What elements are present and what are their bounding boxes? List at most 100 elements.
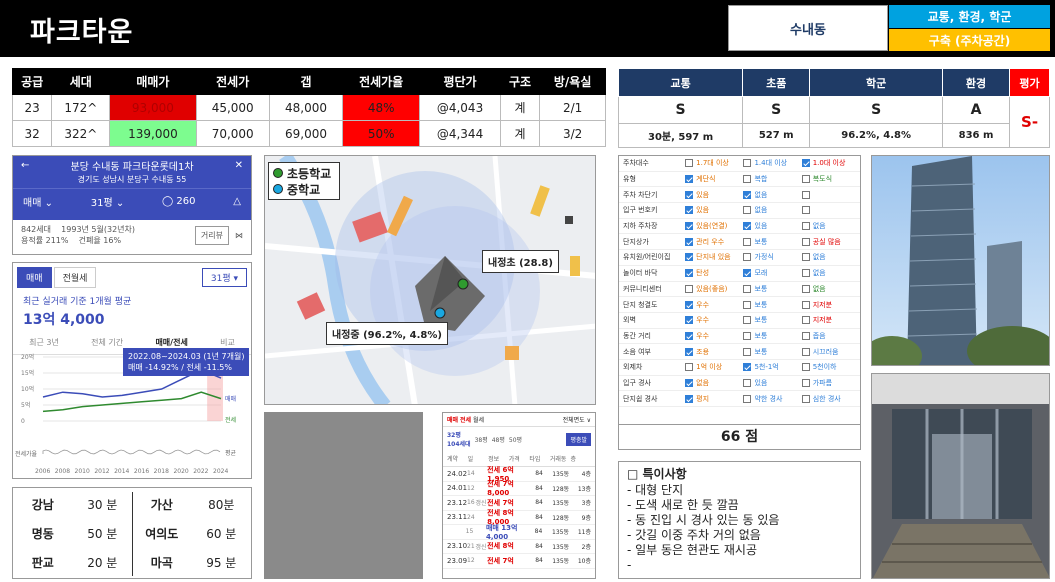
checkbox[interactable] xyxy=(743,253,752,262)
checkbox[interactable] xyxy=(743,269,752,278)
checklist-option-label: 조용 xyxy=(696,347,710,356)
checkbox[interactable] xyxy=(685,206,694,215)
checkbox[interactable] xyxy=(801,269,810,278)
checkbox[interactable] xyxy=(743,190,752,199)
trade-tab-monthly[interactable]: 월세 xyxy=(473,417,484,424)
checkbox[interactable] xyxy=(685,363,694,372)
checkbox[interactable] xyxy=(685,331,694,340)
checkbox[interactable] xyxy=(685,316,694,325)
checkbox[interactable] xyxy=(685,253,694,262)
checkbox[interactable] xyxy=(743,363,752,372)
checkbox[interactable] xyxy=(743,284,752,293)
trade-col: 계약 xyxy=(447,456,459,463)
share-icon[interactable]: ⋈ xyxy=(235,231,243,240)
cell-lease-ratio: 50% xyxy=(342,120,421,147)
size-select[interactable]: 31평 ⌄ xyxy=(91,194,125,209)
checkbox[interactable] xyxy=(743,222,752,231)
checkbox[interactable] xyxy=(801,222,810,231)
trade-row[interactable]: 23.09 12 전세 7억 84 135동 10층 xyxy=(443,554,595,569)
type-32[interactable]: 32평 104세대 xyxy=(447,430,471,448)
trade-cell: 135동 xyxy=(552,529,569,537)
checklist-option: 없음 xyxy=(801,284,860,294)
checkbox[interactable] xyxy=(801,394,810,403)
trade-cell: 3층 xyxy=(581,500,591,508)
trade-row[interactable]: 15 매매 13억 4,000 84 135동 11층 xyxy=(443,524,595,541)
y-tick-label: 10억 xyxy=(21,385,34,393)
trade-col: 가격 xyxy=(508,456,520,463)
checklist-option-label: 보통 xyxy=(754,284,768,293)
bell-icon[interactable]: △ xyxy=(233,196,241,207)
y-tick-label: 20억 xyxy=(21,353,34,361)
checklist-row: 놀이터 바닥 탄성 모래 없음 xyxy=(619,266,860,282)
checkbox[interactable] xyxy=(801,347,810,356)
checkbox[interactable] xyxy=(685,175,694,184)
checkbox[interactable] xyxy=(801,206,810,215)
deal-type-select[interactable]: 매매 ⌄ xyxy=(23,194,53,209)
checkbox[interactable] xyxy=(685,222,694,231)
checkbox[interactable] xyxy=(801,363,810,372)
type-50[interactable]: 50평 xyxy=(509,435,522,444)
tab-sale[interactable]: 매매 xyxy=(17,267,52,288)
checkbox[interactable] xyxy=(743,300,752,309)
tag-primary: 교통, 환경, 학군 xyxy=(889,5,1050,28)
checkbox[interactable] xyxy=(801,284,810,293)
checkbox[interactable] xyxy=(743,206,752,215)
type-38[interactable]: 38평 xyxy=(475,435,488,444)
checkbox[interactable] xyxy=(801,300,810,309)
checkbox[interactable] xyxy=(685,347,694,356)
checkbox[interactable] xyxy=(743,159,752,168)
checkbox[interactable] xyxy=(801,159,810,168)
checklist-option-label: 보통 xyxy=(754,300,768,309)
elementary-school-marker[interactable] xyxy=(457,278,469,290)
checkbox[interactable] xyxy=(801,331,810,340)
cell: 3/2 xyxy=(539,120,606,147)
checkbox[interactable] xyxy=(743,347,752,356)
grade-school: S xyxy=(809,96,943,124)
street-view-button[interactable]: 거리뷰 xyxy=(194,225,229,245)
checkbox[interactable] xyxy=(801,237,810,246)
checklist-option-label: 1억 이상 xyxy=(696,363,723,372)
middle-school-marker[interactable] xyxy=(434,307,446,319)
cell: 2/1 xyxy=(539,94,606,121)
type-48[interactable]: 48평 xyxy=(492,435,505,444)
back-arrow-icon[interactable]: ← xyxy=(21,160,29,171)
trade-tab-sale[interactable]: 매매 xyxy=(447,417,458,424)
grade-col-environment: 환경 xyxy=(941,68,1011,97)
checkbox[interactable] xyxy=(801,378,810,387)
checklist-option-label: 1.4대 이상 xyxy=(754,159,788,168)
checkbox[interactable] xyxy=(685,394,694,403)
comment-button[interactable]: ◯ 260 xyxy=(162,196,195,207)
checkbox[interactable] xyxy=(743,331,752,340)
trade-tab-lease[interactable]: 전세 xyxy=(460,417,471,424)
checkbox[interactable] xyxy=(801,316,810,325)
checkbox[interactable] xyxy=(685,300,694,309)
trade-col: 일 xyxy=(467,456,474,463)
trade-filter[interactable]: 전체면도 ∨ xyxy=(563,415,591,424)
x-tick-label: 2024 xyxy=(213,468,228,475)
building-exterior-photo xyxy=(871,155,1050,366)
checkbox[interactable] xyxy=(743,237,752,246)
close-icon[interactable]: ✕ xyxy=(235,160,243,171)
size-dropdown[interactable]: 31평 ▾ xyxy=(201,268,247,287)
checkbox[interactable] xyxy=(801,190,810,199)
checkbox[interactable] xyxy=(685,378,694,387)
checklist-option-label: 좁음 xyxy=(812,331,826,340)
checkbox[interactable] xyxy=(685,269,694,278)
checkbox[interactable] xyxy=(685,237,694,246)
checkbox[interactable] xyxy=(685,190,694,199)
trade-row[interactable]: 23.10 21 갱신 전세 8억 84 135동 2층 xyxy=(443,540,595,554)
tab-lease[interactable]: 전월세 xyxy=(53,267,97,288)
checkbox[interactable] xyxy=(685,284,694,293)
checkbox[interactable] xyxy=(743,175,752,184)
tooltip-change: 매매 -14.92% / 전세 -11.5% xyxy=(128,363,232,372)
chart-tooltip: 2022.08~2024.03 (1년 7개월) 매매 -14.92% / 전세… xyxy=(123,348,250,376)
checkbox[interactable] xyxy=(685,159,694,168)
checkbox[interactable] xyxy=(801,175,810,184)
trade-row[interactable]: 24.01 12 전세 7억 8,000 84 128동 13층 xyxy=(443,480,595,497)
checkbox[interactable] xyxy=(743,394,752,403)
checkbox[interactable] xyxy=(743,378,752,387)
cell: 322^ xyxy=(51,120,111,147)
checkbox[interactable] xyxy=(743,316,752,325)
trade-option-button[interactable]: 평충발 xyxy=(566,432,591,446)
checkbox[interactable] xyxy=(801,253,810,262)
